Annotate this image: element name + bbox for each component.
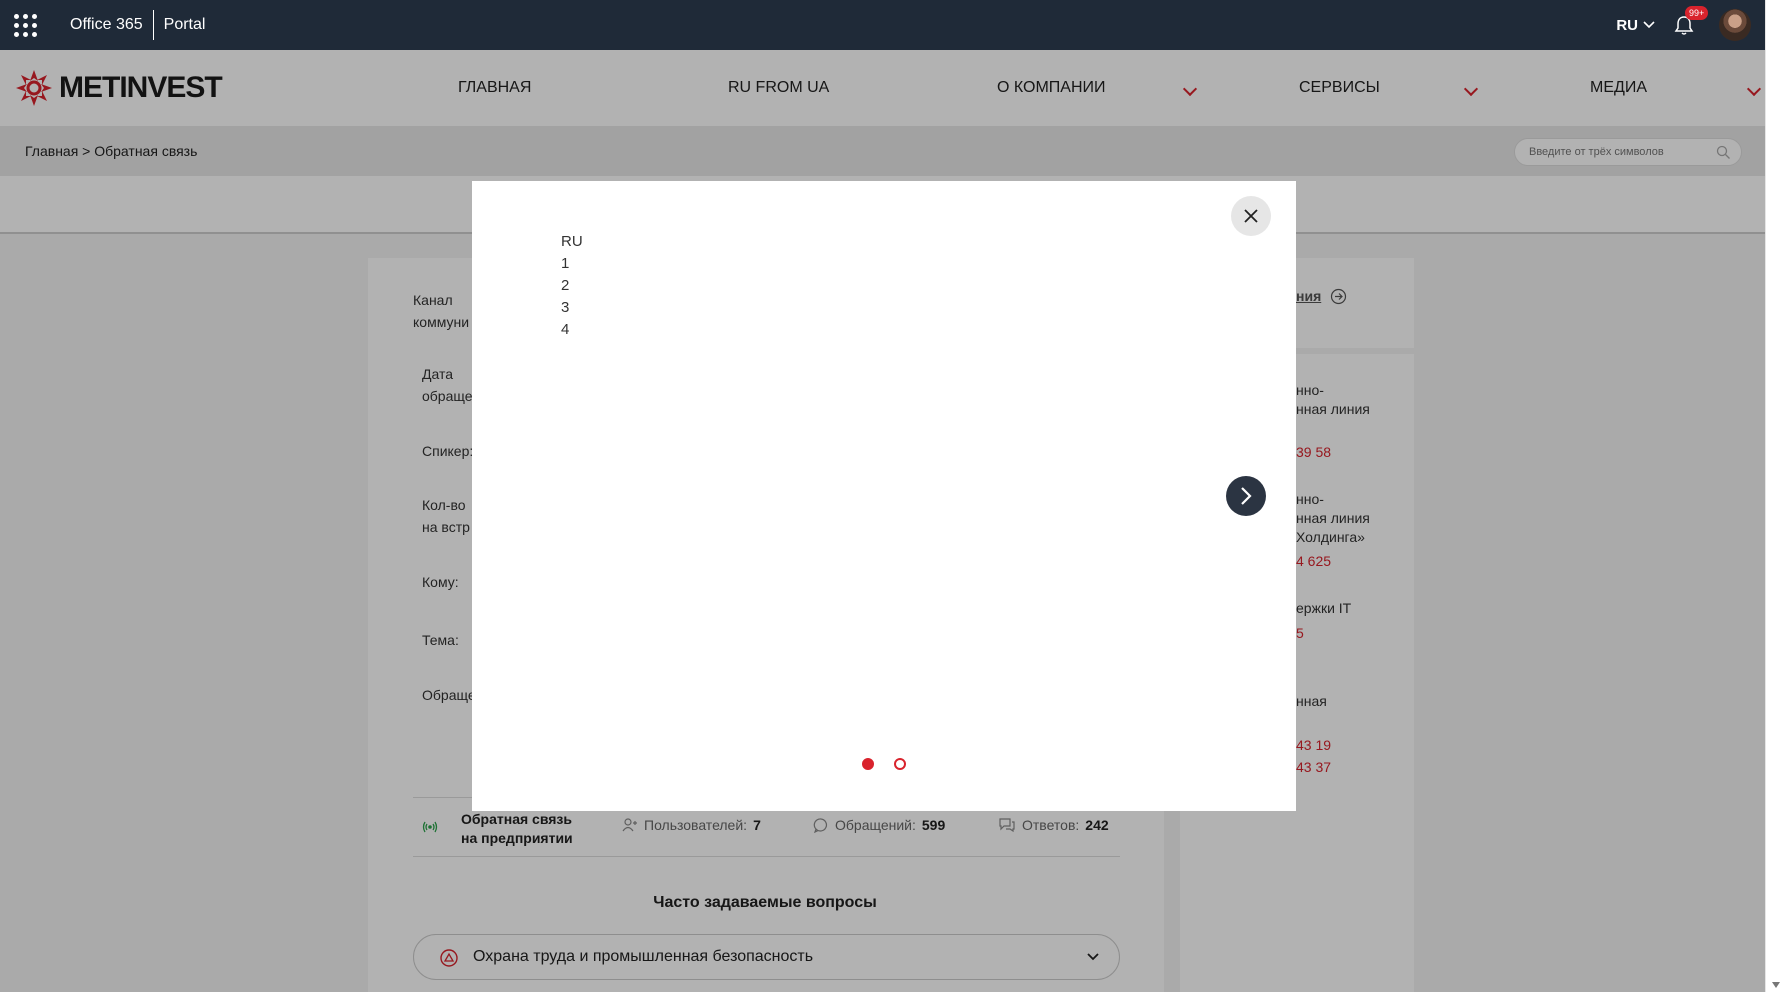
language-selector[interactable]: RU <box>1616 17 1655 34</box>
slide-content: RU 1 2 3 4 <box>561 231 583 341</box>
slide-line: RU <box>561 233 583 250</box>
close-icon <box>1244 209 1258 223</box>
chevron-down-icon <box>1643 21 1655 29</box>
slide-line: 4 <box>561 321 570 338</box>
slide-dot-1[interactable] <box>862 758 874 770</box>
chevron-right-icon <box>1241 487 1252 505</box>
language-slider-modal: RU 1 2 3 4 <box>472 181 1296 811</box>
slide-dot-2[interactable] <box>894 758 906 770</box>
next-slide-button[interactable] <box>1226 476 1266 516</box>
page-scrollbar[interactable] <box>1765 0 1784 992</box>
slide-line: 1 <box>561 255 570 272</box>
app-launcher-button[interactable] <box>0 0 50 50</box>
portal-link[interactable]: Portal <box>154 16 206 34</box>
notifications-button[interactable]: 99+ <box>1673 6 1709 36</box>
suite-bar: Office 365 Portal RU 99+ <box>0 0 1765 50</box>
slide-pagination <box>472 758 1296 770</box>
office-365-link[interactable]: Office 365 <box>50 10 154 40</box>
scroll-down-arrow-icon[interactable] <box>1772 982 1780 988</box>
slide-line: 2 <box>561 277 570 294</box>
scrollbar-thumb[interactable] <box>1770 2 1781 972</box>
notifications-badge: 99+ <box>1685 6 1709 20</box>
slide-line: 3 <box>561 299 570 316</box>
user-avatar[interactable] <box>1719 9 1751 41</box>
language-label: RU <box>1616 16 1638 34</box>
waffle-icon <box>13 13 37 37</box>
close-button[interactable] <box>1231 196 1271 236</box>
